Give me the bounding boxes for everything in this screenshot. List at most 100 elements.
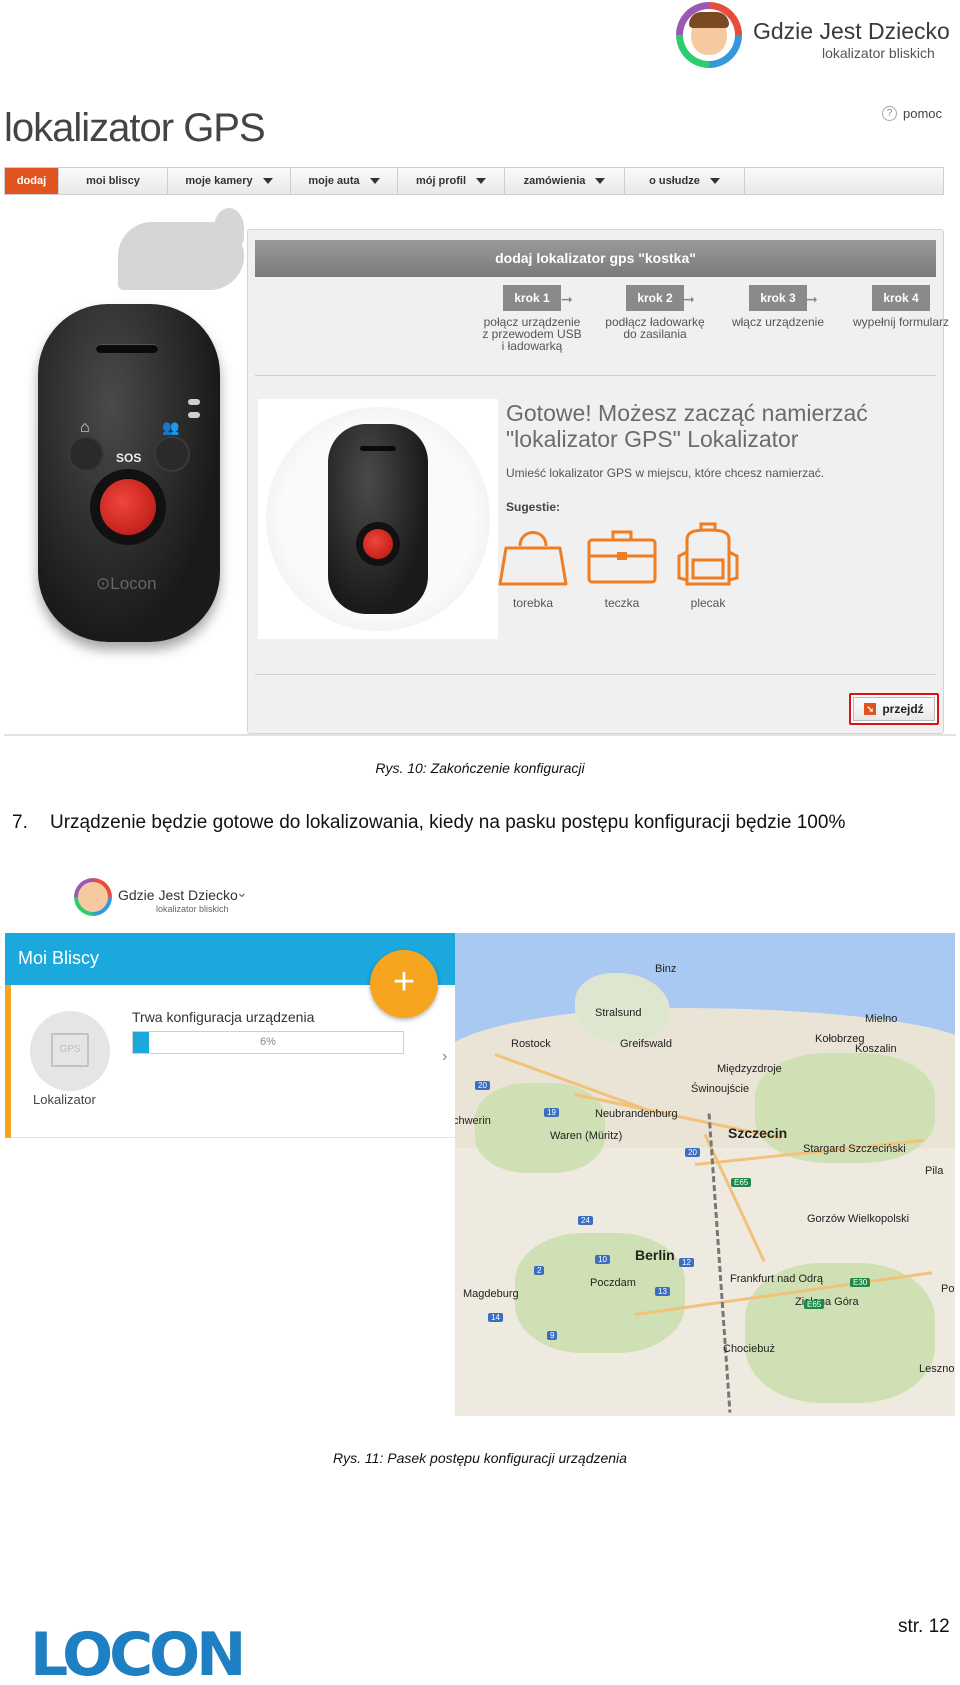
nav-label: o usłudze (649, 175, 700, 187)
map-city-label: Chociebuż (723, 1343, 775, 1355)
map-city-label: Binz (655, 963, 677, 975)
step-4: krok 4 wypełnij formularz (851, 285, 951, 328)
nav-item-zamowienia[interactable]: zamówienia (505, 168, 625, 194)
nav-label: moi bliscy (86, 175, 140, 187)
gps-device-image: ⌂ 👥 SOS ⊙Locon (38, 304, 220, 642)
road-shield: E65 (731, 1178, 752, 1187)
help-link[interactable]: ? pomoc (882, 106, 942, 121)
brand-name: Gdzie Jest Dziecko (118, 887, 238, 903)
device-button-home (68, 436, 104, 472)
brand-tagline: lokalizator bliskich (822, 45, 935, 61)
map-city-label: Pila (925, 1165, 944, 1177)
arrow-right-icon: ➞ (561, 291, 573, 307)
nav-label: mój profil (415, 175, 467, 187)
chevron-right-icon[interactable]: › (442, 1048, 447, 1066)
nav-item-dodaj[interactable]: dodaj (5, 168, 59, 194)
help-label: pomoc (903, 106, 943, 121)
step-desc: połącz urządzenie z przewodem USB i łado… (482, 315, 582, 353)
nav-item-moi-bliscy[interactable]: moi bliscy (59, 168, 168, 194)
backpack-icon (677, 522, 739, 586)
nav-item-moj-profil[interactable]: mój profil (398, 168, 505, 194)
device-button-family (154, 436, 190, 472)
progress-label: 6% (260, 1036, 276, 1048)
avatar[interactable]: GPS (30, 1011, 110, 1091)
suggestion-handbag: torebka (493, 522, 573, 610)
figure-1-caption: Rys. 10: Zakończenie konfiguracji (375, 760, 585, 776)
nav-label: moje kamery (185, 175, 253, 187)
help-icon: ? (882, 106, 897, 121)
gps-device-icon: GPS (51, 1033, 89, 1067)
caret-down-icon (476, 178, 487, 184)
map-city-label: Mielno (865, 1013, 898, 1025)
divider (255, 375, 936, 376)
map-city-label: Waren (Müritz) (550, 1130, 623, 1142)
road-shield: 10 (595, 1255, 610, 1264)
map-view[interactable]: Binz Stralsund Rostock Greifswald Międzyzdro… (455, 933, 955, 1416)
caret-down-icon (369, 178, 380, 184)
caret-down-icon (262, 178, 273, 184)
map-city-label: Szczecin (728, 1125, 788, 1141)
briefcase-icon (587, 530, 657, 584)
nav-label: zamówienia (523, 175, 586, 187)
map-city-label: Magdeburg (463, 1288, 519, 1300)
arrow-right-icon: ➞ (806, 291, 818, 307)
home-icon: ⌂ (80, 419, 90, 436)
road-shield: E65 (804, 1300, 825, 1309)
nav-item-moje-auta[interactable]: moje auta (291, 168, 398, 194)
caret-down-icon (709, 178, 720, 184)
figure-2-caption: Rys. 11: Pasek postępu konfiguracji urzą… (333, 1450, 627, 1466)
speech-bubble-icon (118, 208, 244, 290)
road-shield: 13 (655, 1287, 670, 1296)
sos-label: SOS (116, 451, 142, 465)
main-nav: dodaj moi bliscy moje kamery moje auta m… (4, 167, 944, 195)
step-desc: podłącz ładowarkę do zasilania (605, 315, 705, 341)
sos-button-icon (90, 469, 166, 545)
proceed-button-face[interactable]: ➘ przejdź (853, 697, 935, 721)
proceed-label: przejdź (882, 702, 924, 716)
step-pill: krok 2 (626, 285, 684, 311)
caret-down-icon (595, 178, 606, 184)
config-status-title: Trwa konfiguracja urządzenia (132, 1009, 315, 1025)
suggestion-label: plecak (690, 596, 726, 610)
map-city-label: Leszno (919, 1363, 955, 1375)
config-progress-bar: 6% (132, 1031, 404, 1054)
map-city-label: Stralsund (595, 1007, 642, 1019)
road-shield: 20 (685, 1148, 700, 1157)
brand-logo-small[interactable]: Gdzie Jest Dziecko lokalizator bliskich … (74, 878, 264, 920)
device-brand: ⊙Locon (96, 574, 157, 593)
nav-item-moje-kamery[interactable]: moje kamery (168, 168, 291, 194)
brand-tagline: lokalizator bliskich (156, 904, 229, 914)
nav-label: dodaj (16, 175, 47, 187)
proceed-button[interactable]: ➘ przejdź (849, 693, 939, 725)
app-title: lokalizator GPS (4, 106, 266, 150)
panel-title: dodaj lokalizator gps "kostka" (255, 240, 936, 277)
device-thumbnail (258, 399, 498, 639)
map-city-label: Świnoujście (691, 1083, 750, 1095)
nav-label: moje auta (308, 175, 360, 187)
page-number: str. 12 (898, 1616, 950, 1637)
add-device-panel: dodaj lokalizator gps "kostka" krok 1 po… (247, 229, 949, 734)
add-button[interactable]: + (370, 950, 438, 1018)
figure-1-screenshot: lokalizator GPS ? pomoc dodaj moi bliscy… (0, 92, 960, 738)
map-city-label: Międzyzdroje (717, 1063, 782, 1075)
map-city-label: Koszalin (855, 1043, 897, 1055)
nav-item-o-usludze[interactable]: o usłudze (625, 168, 745, 194)
road-shield: E30 (850, 1278, 871, 1287)
divider (255, 674, 936, 675)
road-shield: 19 (544, 1108, 559, 1117)
map-city-label: Gorzów Wielkopolski (807, 1213, 910, 1225)
locon-logo: LOCON (30, 1620, 246, 1685)
step-pill: krok 3 (749, 285, 807, 311)
suggestions-label: Sugestie: (506, 500, 561, 514)
map-city-label: Greifswald (620, 1038, 672, 1050)
chevron-down-icon[interactable]: ⌄ (236, 884, 248, 901)
map-city-label: Poczdam (590, 1277, 636, 1289)
instruction-paragraph: 7. Urządzenie będzie gotowe do lokalizowa… (12, 812, 845, 834)
device-slot (96, 344, 158, 353)
road-shield: 9 (547, 1331, 558, 1340)
road-shield: 24 (578, 1216, 593, 1225)
step-desc: wypełnij formularz (852, 315, 950, 329)
map-city-label: Rostock (511, 1038, 551, 1050)
device-label: Lokalizator (33, 1092, 96, 1107)
map-city-label: Frankfurt nad Odrą (730, 1273, 823, 1285)
